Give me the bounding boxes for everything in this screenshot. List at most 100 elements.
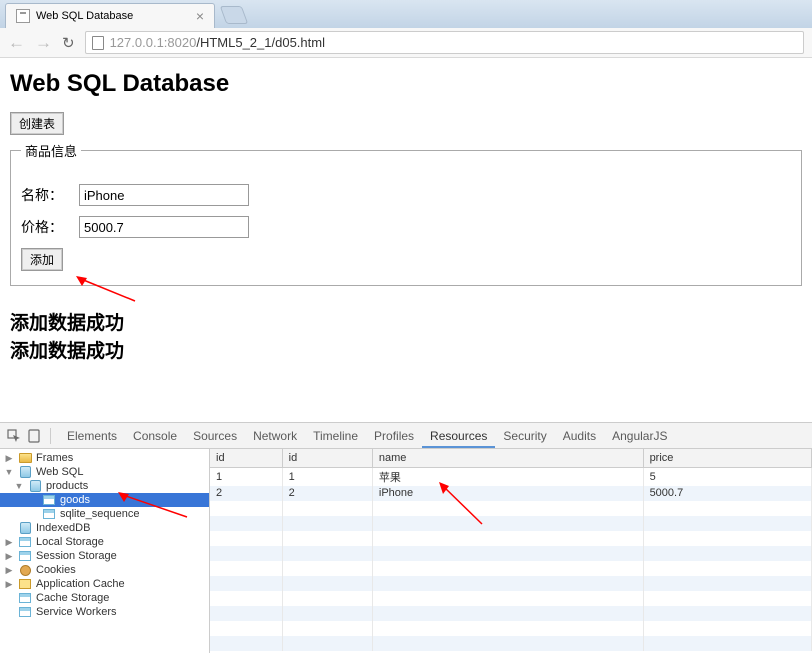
table-cell: [372, 561, 643, 576]
table-cell: [210, 546, 282, 561]
table-cell: 2: [282, 486, 372, 501]
table-cell: [282, 576, 372, 591]
table-cell: 5000.7: [643, 486, 811, 501]
table-row[interactable]: 11苹果5: [210, 467, 812, 486]
name-input[interactable]: [79, 184, 249, 206]
back-icon[interactable]: ←: [8, 33, 25, 53]
browser-tab[interactable]: Web SQL Database ×: [5, 3, 215, 28]
table-row[interactable]: [210, 516, 812, 531]
devtools-tab-network[interactable]: Network: [245, 424, 305, 448]
table-cell: [643, 576, 811, 591]
file-icon: [92, 36, 104, 50]
table-cell: [643, 591, 811, 606]
page-icon: [16, 9, 30, 23]
table-cell: [372, 576, 643, 591]
url-host: 127.0.0.1:8020: [110, 35, 197, 50]
table-row[interactable]: [210, 531, 812, 546]
table-cell: [643, 531, 811, 546]
column-header[interactable]: name: [372, 449, 643, 467]
tree-item-frames[interactable]: ▶Frames: [0, 451, 209, 465]
tree-item-session-storage[interactable]: ▶Session Storage: [0, 549, 209, 563]
tree-label: goods: [60, 494, 90, 506]
cookie-icon: [18, 564, 32, 576]
tree-label: Cookies: [36, 564, 76, 576]
devtools-tab-timeline[interactable]: Timeline: [305, 424, 366, 448]
tree-item-indexeddb[interactable]: IndexedDB: [0, 521, 209, 535]
tree-item-products[interactable]: ▼products: [0, 479, 209, 493]
address-bar[interactable]: 127.0.0.1:8020/HTML5_2_1/d05.html: [85, 31, 804, 54]
db-icon: [18, 466, 32, 478]
forward-icon[interactable]: →: [35, 33, 52, 53]
success-message: 添加数据成功: [10, 308, 802, 335]
table-row[interactable]: [210, 606, 812, 621]
price-label: 价格：: [21, 217, 79, 237]
new-tab-button[interactable]: [220, 6, 249, 24]
table-cell: iPhone: [372, 486, 643, 501]
table-cell: [210, 606, 282, 621]
table-row[interactable]: [210, 501, 812, 516]
table-row[interactable]: [210, 546, 812, 561]
table-row[interactable]: [210, 591, 812, 606]
table-row[interactable]: [210, 561, 812, 576]
table-cell: [210, 576, 282, 591]
inspect-icon[interactable]: [6, 428, 22, 444]
tree-item-web-sql[interactable]: ▼Web SQL: [0, 465, 209, 479]
table-cell: [643, 516, 811, 531]
tab-title: Web SQL Database: [36, 10, 133, 22]
tree-label: Frames: [36, 452, 73, 464]
table-cell: [282, 531, 372, 546]
table-cell: [282, 606, 372, 621]
devtools-tab-profiles[interactable]: Profiles: [366, 424, 422, 448]
device-icon[interactable]: [26, 428, 42, 444]
tree-item-application-cache[interactable]: ▶Application Cache: [0, 577, 209, 591]
tree-item-service-workers[interactable]: Service Workers: [0, 605, 209, 619]
tree-label: Session Storage: [36, 550, 117, 562]
tbl-icon: [42, 494, 56, 506]
resources-tree[interactable]: ▶Frames▼Web SQL▼productsgoodssqlite_sequ…: [0, 449, 210, 653]
url-path: /HTML5_2_1/d05.html: [196, 35, 325, 50]
devtools-tab-audits[interactable]: Audits: [555, 424, 604, 448]
column-header[interactable]: id: [282, 449, 372, 467]
tree-item-local-storage[interactable]: ▶Local Storage: [0, 535, 209, 549]
devtools-tab-elements[interactable]: Elements: [59, 424, 125, 448]
tree-item-cookies[interactable]: ▶Cookies: [0, 563, 209, 577]
devtools-panel: ElementsConsoleSourcesNetworkTimelinePro…: [0, 422, 812, 653]
page-content: Web SQL Database 创建表 商品信息 名称： 价格： 添加 添加数…: [0, 58, 812, 374]
browser-tab-bar: Web SQL Database ×: [0, 0, 812, 28]
db-icon: [18, 522, 32, 534]
column-header[interactable]: price: [643, 449, 811, 467]
devtools-tab-console[interactable]: Console: [125, 424, 185, 448]
table-cell: [282, 501, 372, 516]
table-cell: [372, 606, 643, 621]
table-row[interactable]: [210, 636, 812, 651]
column-header[interactable]: id: [210, 449, 282, 467]
table-row[interactable]: [210, 621, 812, 636]
close-icon[interactable]: ×: [196, 9, 204, 23]
tree-item-cache-storage[interactable]: Cache Storage: [0, 591, 209, 605]
tree-item-goods[interactable]: goods: [0, 493, 209, 507]
data-table[interactable]: ididnameprice 11苹果522iPhone5000.7: [210, 449, 812, 653]
tree-label: Application Cache: [36, 578, 125, 590]
devtools-tab-resources[interactable]: Resources: [422, 424, 495, 448]
table-cell: [643, 636, 811, 651]
browser-toolbar: ← → ↻ 127.0.0.1:8020/HTML5_2_1/d05.html: [0, 28, 812, 58]
reload-icon[interactable]: ↻: [62, 34, 75, 52]
table-cell: [643, 606, 811, 621]
tree-item-sqlite_sequence[interactable]: sqlite_sequence: [0, 507, 209, 521]
table-cell: [282, 636, 372, 651]
table-cell: [210, 561, 282, 576]
devtools-tab-angularjs[interactable]: AngularJS: [604, 424, 675, 448]
devtools-tab-security[interactable]: Security: [495, 424, 554, 448]
create-table-button[interactable]: 创建表: [10, 112, 64, 135]
fieldset-legend: 商品信息: [21, 141, 81, 160]
add-button[interactable]: 添加: [21, 248, 63, 271]
tree-label: products: [46, 480, 88, 492]
devtools-tab-sources[interactable]: Sources: [185, 424, 245, 448]
table-row[interactable]: [210, 576, 812, 591]
table-cell: [643, 546, 811, 561]
table-cell: [282, 591, 372, 606]
table-row[interactable]: 22iPhone5000.7: [210, 486, 812, 501]
price-input[interactable]: [79, 216, 249, 238]
table-cell: 苹果: [372, 467, 643, 486]
tbl-icon: [18, 536, 32, 548]
